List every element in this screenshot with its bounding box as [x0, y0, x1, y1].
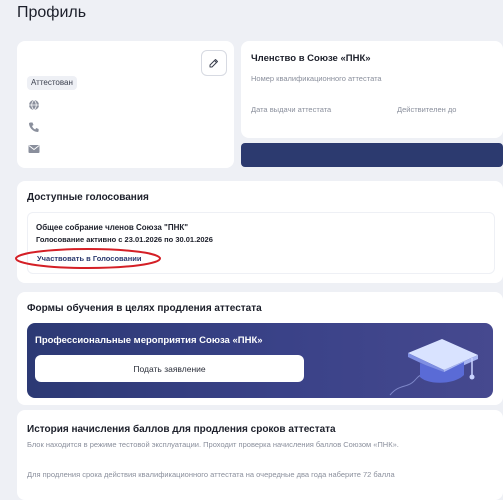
history-requirement: Для продления срока действия квалификаци… — [27, 470, 395, 479]
voting-item-status: Голосование активно с 23.01.2026 по 30.0… — [36, 235, 213, 244]
apply-button[interactable]: Подать заявление — [35, 355, 304, 382]
membership-title: Членство в Союзе «ПНК» — [251, 53, 371, 64]
graduation-cap-icon — [389, 339, 478, 396]
valid-until-label: Действителен до — [397, 105, 457, 114]
history-title: История начисления баллов для продления … — [27, 424, 336, 435]
history-note: Блок находится в режиме тестовой эксплуа… — [27, 440, 399, 449]
cert-number-label: Номер квалификационного аттестата — [251, 74, 382, 83]
mail-icon — [28, 145, 40, 153]
pencil-icon — [209, 59, 218, 68]
training-title: Формы обучения в целях продления аттеста… — [27, 303, 262, 314]
highlight-ring — [15, 248, 161, 269]
globe-icon — [29, 99, 39, 111]
voting-item-title: Общее собрание членов Союза "ПНК" — [36, 223, 189, 232]
edit-profile-button[interactable] — [201, 50, 227, 76]
banner-title: Профессиональные мероприятия Союза «ПНК» — [35, 335, 263, 346]
voting-title: Доступные голосования — [27, 192, 149, 203]
status-badge: Аттестован — [27, 76, 77, 90]
page-title: Профиль — [17, 4, 87, 21]
issue-date-label: Дата выдачи аттестата — [251, 105, 332, 114]
events-banner: Профессиональные мероприятия Союза «ПНК»… — [27, 323, 493, 398]
phone-icon — [29, 122, 39, 132]
membership-action-button[interactable] — [241, 143, 503, 167]
